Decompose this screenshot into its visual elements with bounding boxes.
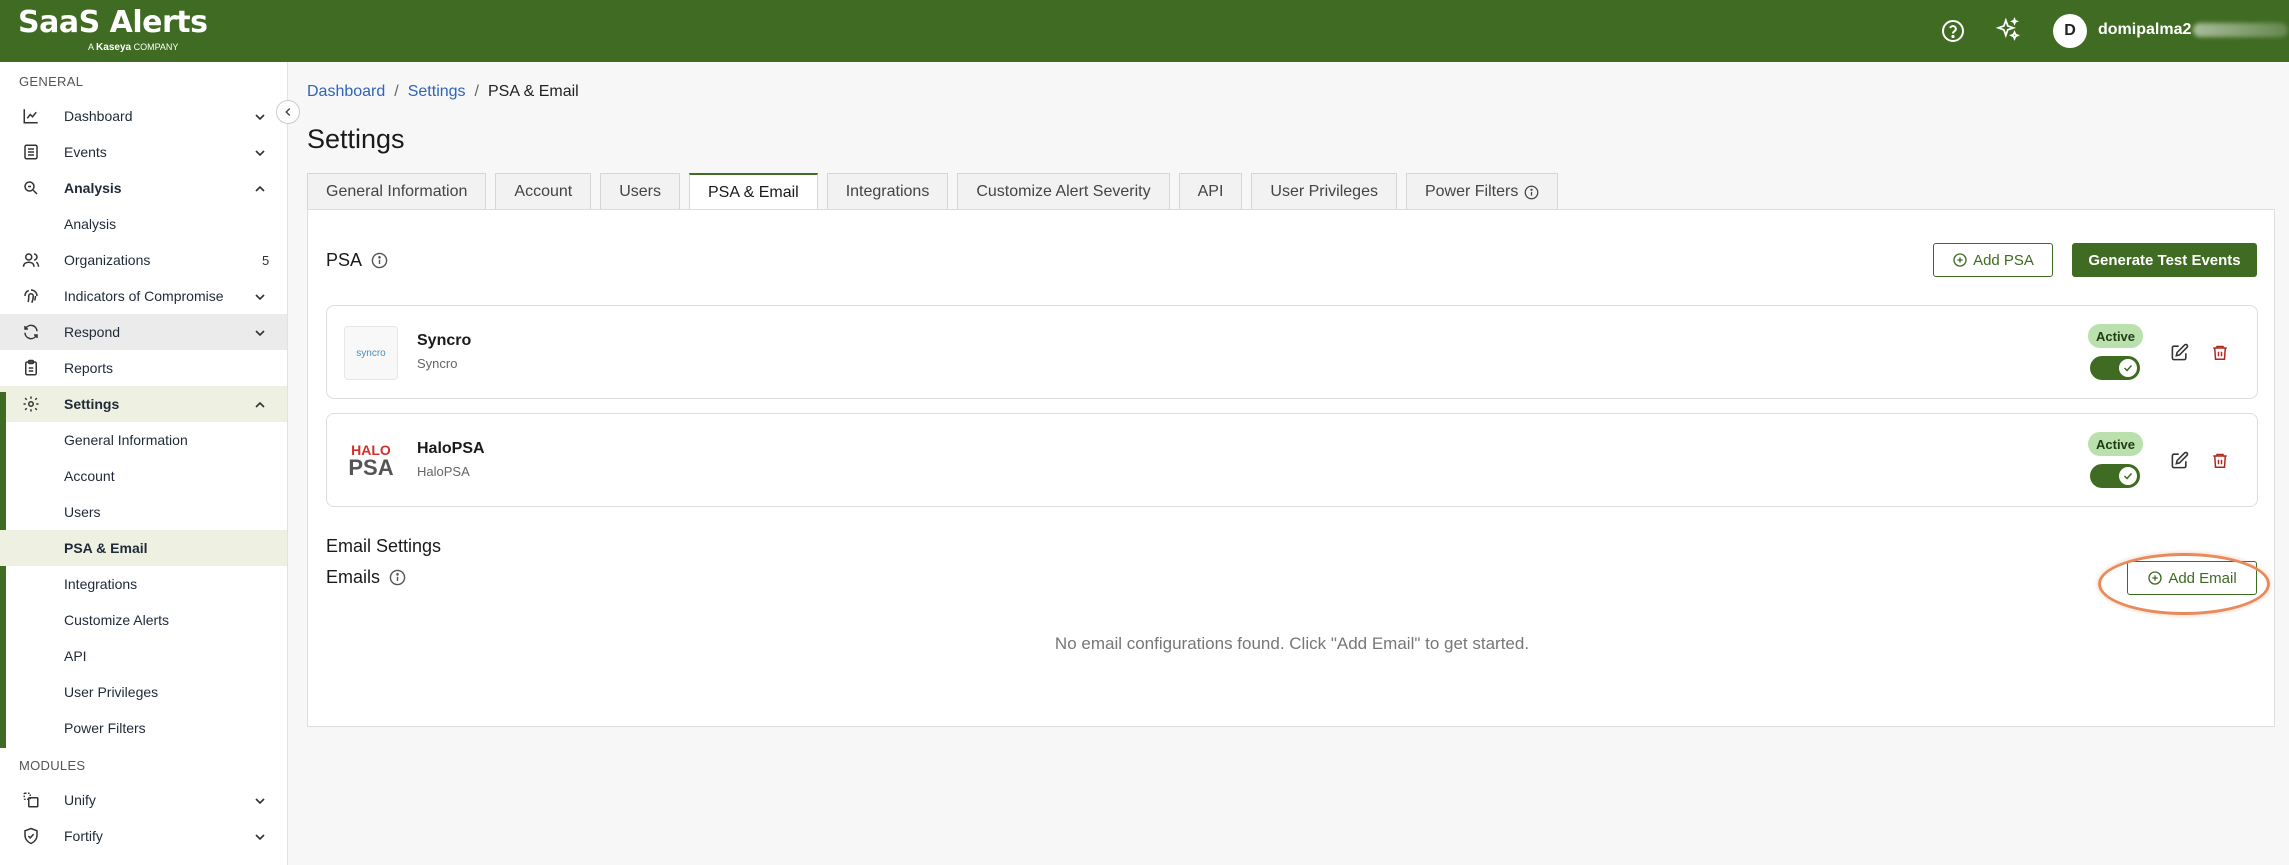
fingerprint-icon	[24, 289, 38, 304]
ai-sparkle-icon[interactable]	[1995, 16, 2021, 43]
email-settings-title: Email Settings	[326, 536, 442, 556]
check-icon	[2123, 472, 2133, 480]
halopsa-logo: HALO PSA	[344, 434, 398, 488]
sidebar-collapse-button[interactable]	[276, 100, 300, 124]
tab-api[interactable]: API	[1178, 173, 1243, 210]
saas-alerts-logo[interactable]: SaaS Alerts A Kaseya COMPANY	[18, 5, 208, 54]
sidebar-subitem-account[interactable]: Account	[0, 458, 287, 494]
unify-icon	[23, 792, 39, 808]
sidebar-item-fortify[interactable]: Fortify	[0, 818, 287, 854]
chevron-left-icon	[285, 107, 291, 117]
psa-name: Syncro	[417, 332, 472, 349]
sidebar-subitem-psa-email[interactable]: PSA & Email	[0, 530, 287, 566]
syncro-logo: syncro	[344, 326, 398, 380]
sidebar-item-settings[interactable]: Settings	[0, 386, 287, 422]
sidebar-subitem-user-privileges[interactable]: User Privileges	[0, 674, 287, 710]
magnifier-icon	[24, 181, 38, 195]
info-icon	[1524, 185, 1539, 199]
tab-general-information[interactable]: General Information	[307, 173, 487, 210]
psa-type: HaloPSA	[417, 464, 470, 479]
chevron-down-icon	[255, 330, 265, 337]
plus-circle-icon	[1953, 253, 1967, 267]
help-icon[interactable]	[1940, 18, 1966, 44]
chevron-down-icon	[255, 114, 265, 121]
empty-email-message: No email configurations found. Click "Ad…	[1054, 634, 1530, 653]
tab-account[interactable]: Account	[495, 173, 592, 210]
active-toggle[interactable]	[2090, 464, 2140, 488]
psa-name: HaloPSA	[417, 440, 485, 457]
section-label-general: GENERAL	[19, 74, 84, 89]
section-label-modules: MODULES	[19, 758, 86, 773]
organizations-count: 5	[262, 252, 270, 268]
shield-check-icon	[24, 827, 38, 845]
chevron-down-icon	[255, 798, 265, 805]
info-icon[interactable]	[389, 569, 406, 586]
add-psa-button[interactable]: Add PSA	[1933, 243, 2053, 277]
tab-integrations[interactable]: Integrations	[826, 173, 949, 210]
edit-icon[interactable]	[2170, 343, 2189, 362]
trash-icon[interactable]	[2211, 451, 2229, 470]
logo-subtitle: A Kaseya COMPANY	[88, 42, 179, 53]
gear-icon	[23, 396, 39, 412]
chevron-down-icon	[255, 150, 265, 157]
top-bar: SaaS Alerts A Kaseya COMPANY D domipalma…	[0, 0, 2289, 62]
chevron-up-icon	[255, 185, 265, 192]
sidebar-item-organizations[interactable]: Organizations 5	[0, 242, 287, 278]
sidebar-subitem-customize-alerts[interactable]: Customize Alerts	[0, 602, 287, 638]
active-toggle[interactable]	[2090, 356, 2140, 380]
sidebar-item-respond[interactable]: Respond	[0, 314, 287, 350]
info-icon[interactable]	[371, 252, 388, 269]
breadcrumb: Dashboard / Settings / PSA & Email	[307, 83, 579, 100]
sidebar-subitem-general-information[interactable]: General Information	[0, 422, 287, 458]
sidebar-subitem-api[interactable]: API	[0, 638, 287, 674]
users-icon	[22, 253, 40, 267]
psa-card-halopsa: HALO PSA HaloPSA HaloPSA Active	[326, 413, 2258, 507]
refresh-icon	[24, 324, 38, 340]
check-icon	[2123, 364, 2133, 372]
add-email-button[interactable]: Add Email	[2127, 561, 2257, 595]
sidebar-item-indicators-of-compromise[interactable]: Indicators of Compromise	[0, 278, 287, 314]
line-chart-icon	[23, 109, 38, 124]
page-title: Settings	[307, 124, 405, 154]
status-badge: Active	[2088, 324, 2144, 348]
sidebar-item-events[interactable]: Events	[0, 134, 287, 170]
tab-users[interactable]: Users	[600, 173, 680, 210]
chevron-down-icon	[255, 834, 265, 841]
sidebar-item-analysis[interactable]: Analysis	[0, 170, 287, 206]
psa-email-panel: PSA Add PSA Generate Test Events syncro …	[307, 209, 2275, 727]
edit-icon[interactable]	[2170, 451, 2189, 470]
sidebar-subitem-power-filters[interactable]: Power Filters	[0, 710, 287, 746]
username[interactable]: domipalma2	[2098, 21, 2289, 39]
sidebar: GENERAL Dashboard Events Analysis Analys…	[0, 62, 288, 865]
plus-circle-icon	[2148, 571, 2162, 585]
logo-text: SaaS Alerts	[18, 5, 208, 40]
tab-customize-alert-severity[interactable]: Customize Alert Severity	[957, 173, 1170, 210]
chevron-down-icon	[255, 294, 265, 301]
tab-psa-email[interactable]: PSA & Email	[689, 173, 818, 211]
trash-icon[interactable]	[2211, 343, 2229, 362]
sidebar-item-dashboard[interactable]: Dashboard	[0, 98, 287, 134]
emails-label: Emails	[326, 567, 406, 588]
status-badge: Active	[2088, 432, 2144, 456]
generate-test-events-button[interactable]: Generate Test Events	[2072, 243, 2257, 277]
sidebar-item-unify[interactable]: Unify	[0, 782, 287, 818]
chevron-up-icon	[255, 401, 265, 408]
psa-section-title: PSA	[326, 250, 388, 271]
tab-user-privileges[interactable]: User Privileges	[1251, 173, 1397, 210]
list-icon	[24, 144, 38, 160]
sidebar-item-reports[interactable]: Reports	[0, 350, 287, 386]
tab-power-filters[interactable]: Power Filters	[1405, 173, 1559, 210]
sidebar-subitem-users[interactable]: Users	[0, 494, 287, 530]
redacted-email	[2193, 22, 2289, 37]
clipboard-icon	[25, 359, 37, 376]
breadcrumb-dashboard-link[interactable]: Dashboard	[307, 83, 385, 100]
psa-type: Syncro	[417, 356, 458, 371]
sidebar-subitem-analysis[interactable]: Analysis	[0, 206, 287, 242]
breadcrumb-settings-link[interactable]: Settings	[408, 83, 466, 100]
user-avatar[interactable]: D	[2053, 14, 2087, 48]
psa-card-syncro: syncro Syncro Syncro Active	[326, 305, 2258, 399]
sidebar-subitem-integrations[interactable]: Integrations	[0, 566, 287, 602]
settings-tabs: General Information Account Users PSA & …	[307, 173, 1567, 211]
breadcrumb-current: PSA & Email	[488, 83, 579, 100]
